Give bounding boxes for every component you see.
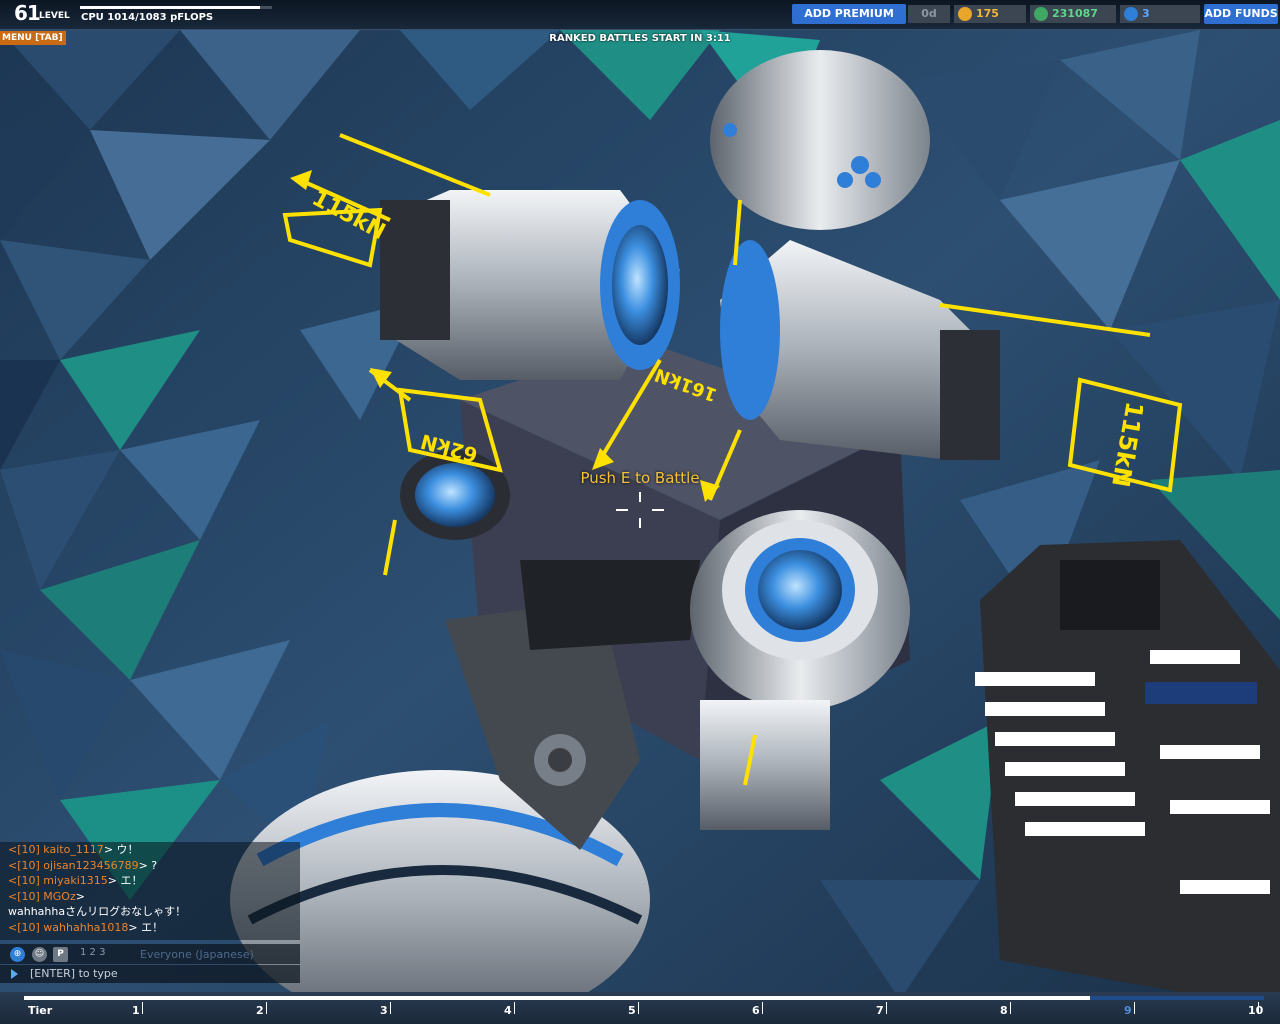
add-funds-button[interactable]: ADD FUNDS bbox=[1204, 4, 1278, 24]
top-bar: 61 LEVEL CPU 1014/1083 pFLOPS ADD PREMIU… bbox=[0, 0, 1280, 30]
robits: 231087 bbox=[1030, 5, 1116, 23]
chat-line: <[10] miyaki1315> エ！ bbox=[8, 874, 143, 887]
tech-point-icon bbox=[958, 7, 972, 21]
tier-tick-mark bbox=[886, 1002, 887, 1014]
tier-label: Tier bbox=[28, 1004, 53, 1017]
chat-line: <[10] wahhahha1018> エ！ bbox=[8, 920, 164, 934]
module-top bbox=[710, 50, 930, 230]
menu-tab-button[interactable]: MENU [TAB] bbox=[0, 31, 66, 45]
thruster-upper-left bbox=[380, 190, 680, 380]
tier-tick-label: 4 bbox=[504, 1004, 512, 1017]
tier-tick-label: 2 bbox=[256, 1004, 264, 1017]
tier-tick-mark bbox=[762, 1002, 763, 1014]
chat-username[interactable]: kaito_1117 bbox=[43, 843, 104, 856]
cpu-bar-fill bbox=[80, 6, 260, 9]
level-word: LEVEL bbox=[39, 11, 70, 21]
cpu-bar bbox=[80, 6, 272, 9]
thruster-small-left bbox=[400, 450, 510, 540]
chat-line: wahhahhaさんリログおなしゃす！ bbox=[8, 905, 187, 918]
ranked-battles-banner: RANKED BATTLES START IN 3:11 bbox=[549, 33, 731, 44]
chat-line: <[10] ojisan123456789> ? bbox=[8, 858, 158, 872]
tier-tick-label: 5 bbox=[628, 1004, 636, 1017]
tier-tick-mark bbox=[638, 1002, 639, 1014]
tier-tick-mark bbox=[1134, 1002, 1135, 1014]
chat-log: <[10] kaito_1117> ウ！ <[10] ojisan1234567… bbox=[0, 842, 300, 940]
tier-tick-label: 8 bbox=[1000, 1004, 1008, 1017]
party-icon[interactable]: P bbox=[53, 947, 68, 962]
premium-days: 0d bbox=[908, 5, 950, 23]
cpu-text: CPU 1014/1083 pFLOPS bbox=[81, 12, 214, 23]
add-premium-button[interactable]: ADD PREMIUM bbox=[792, 4, 906, 24]
tech-points-value: 175 bbox=[976, 7, 999, 20]
chat-username[interactable]: MGOz bbox=[43, 890, 75, 903]
tier-tick-label: 3 bbox=[380, 1004, 388, 1017]
globe-icon[interactable]: ⊕ bbox=[10, 947, 25, 962]
tier-tick-label: 7 bbox=[876, 1004, 884, 1017]
tier-tick-label: 6 bbox=[752, 1004, 760, 1017]
galaxy-coin-icon bbox=[1124, 7, 1138, 21]
chat-input-placeholder: [ENTER] to type bbox=[30, 967, 118, 980]
chat-username[interactable]: miyaki1315 bbox=[43, 874, 107, 887]
chat-input[interactable]: [ENTER] to type bbox=[0, 965, 300, 983]
play-arrow-icon bbox=[11, 969, 18, 979]
tier-tick-mark bbox=[266, 1002, 267, 1014]
channel-numbers[interactable]: 1 2 3 bbox=[80, 947, 105, 958]
chat-line: <[10] kaito_1117> ウ！ bbox=[8, 843, 139, 856]
tier-tick-label: 10 bbox=[1248, 1004, 1264, 1017]
chat-username[interactable]: wahhahha1018 bbox=[43, 921, 128, 934]
galaxy-coins: 3 bbox=[1120, 5, 1200, 23]
tier-progress-fill bbox=[24, 996, 1091, 1000]
robits-icon bbox=[1034, 7, 1048, 21]
tier-tick-mark bbox=[514, 1002, 515, 1014]
galaxy-coins-value: 3 bbox=[1142, 7, 1150, 20]
tier-progress-bar: Tier 1 2 3 4 5 6 7 8 9 10 bbox=[0, 992, 1280, 1024]
battle-prompt: Push E to Battle bbox=[580, 469, 700, 487]
tier-tick-mark bbox=[390, 1002, 391, 1014]
channel-label: Everyone (Japanese) bbox=[140, 948, 254, 961]
chat-line: <[10] MGOz> bbox=[8, 889, 85, 903]
tier-tick-mark bbox=[142, 1002, 143, 1014]
person-icon[interactable]: ☺ bbox=[32, 947, 47, 962]
tech-points: 175 bbox=[954, 5, 1026, 23]
chat-channel-bar: ⊕ ☺ P 1 2 3 Everyone (Japanese) bbox=[0, 944, 300, 964]
level-number: 61 bbox=[14, 1, 41, 25]
chat-username[interactable]: ojisan123456789 bbox=[43, 859, 138, 872]
tier-tick-label: 1 bbox=[132, 1004, 140, 1017]
tier-progress-track bbox=[24, 996, 1264, 1000]
tier-tick-mark bbox=[1010, 1002, 1011, 1014]
tier-tick-label: 9 bbox=[1124, 1004, 1132, 1017]
robits-value: 231087 bbox=[1052, 7, 1098, 20]
